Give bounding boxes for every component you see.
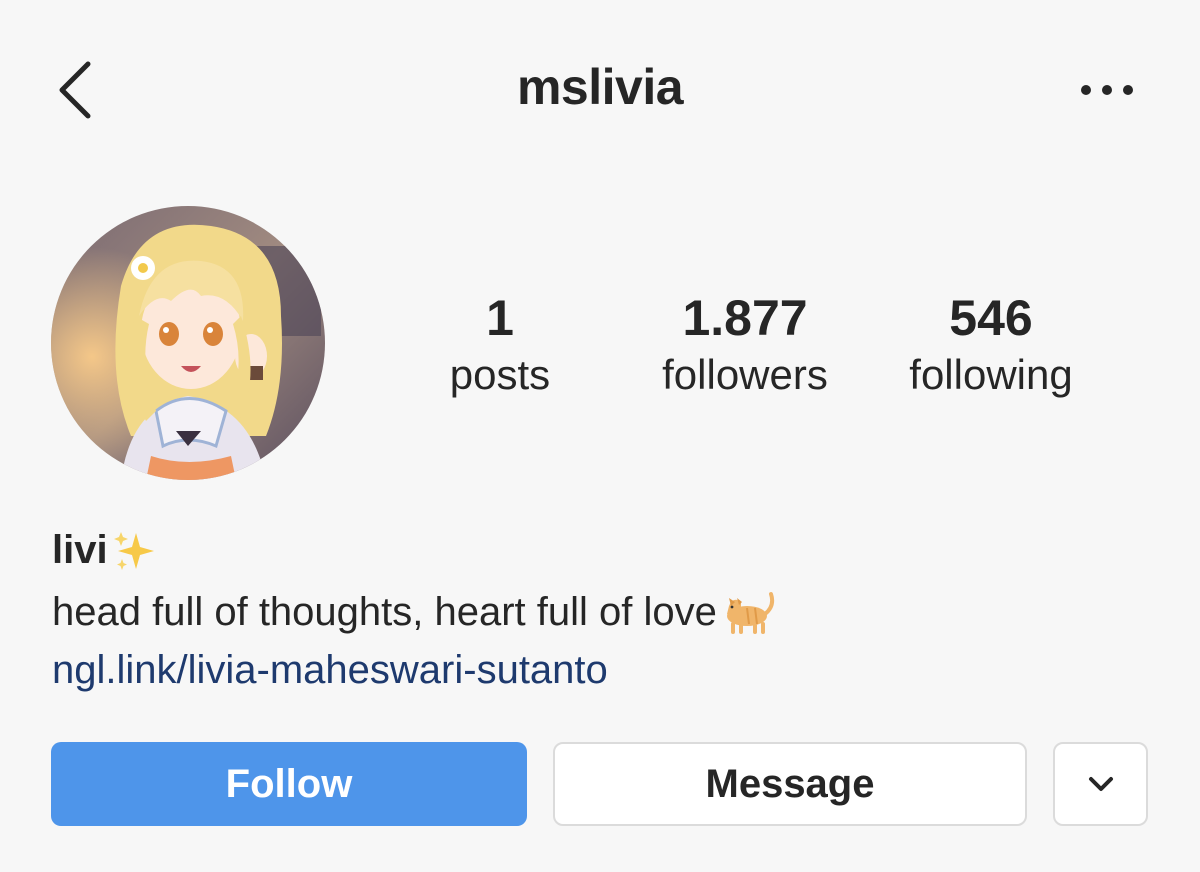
bio-description: head full of thoughts, heart full of lov…	[52, 586, 775, 638]
profile-header: mslivia	[0, 0, 1200, 180]
following-label: following	[909, 351, 1073, 398]
anime-character-avatar	[51, 206, 325, 480]
avatar[interactable]	[51, 206, 325, 480]
bio-name: livi	[52, 528, 156, 573]
cat-emoji	[726, 592, 775, 634]
chevron-down-icon	[1088, 777, 1113, 791]
more-options-button[interactable]	[1070, 70, 1144, 110]
suggested-accounts-button[interactable]	[1053, 742, 1148, 826]
followers-count: 1.877	[682, 290, 808, 346]
profile-page: mslivia 1 posts 1.877 followers 546 foll…	[0, 0, 1200, 872]
sparkles-emoji	[113, 531, 154, 570]
message-button[interactable]: Message	[553, 742, 1027, 826]
bio-link[interactable]: ngl.link/livia-maheswari-sutanto	[52, 644, 608, 696]
stat-following[interactable]: 546 following	[886, 288, 1096, 402]
stat-posts[interactable]: 1 posts	[420, 288, 580, 402]
more-horizontal-icon	[1081, 85, 1133, 95]
posts-count: 1	[486, 290, 514, 346]
stat-followers[interactable]: 1.877 followers	[640, 288, 850, 402]
posts-label: posts	[449, 351, 551, 398]
bio-name-text: livi	[52, 528, 108, 572]
profile-username: mslivia	[516, 59, 684, 115]
following-count: 546	[949, 290, 1033, 346]
bio-description-text: head full of thoughts, heart full of lov…	[52, 590, 717, 634]
follow-button[interactable]: Follow	[51, 742, 527, 826]
followers-label: followers	[662, 351, 828, 398]
